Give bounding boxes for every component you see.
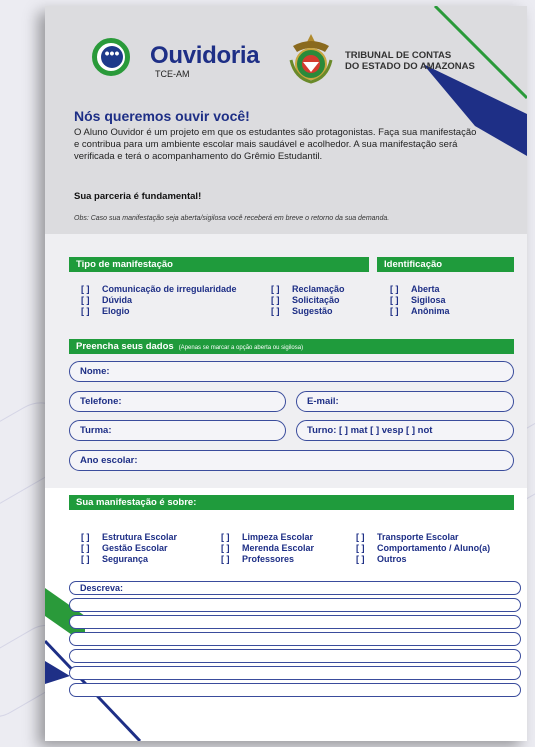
chat-bubble-icon: ••• <box>101 46 123 68</box>
dados-note: (Apenas se marcar a opção aberta ou sigi… <box>178 345 304 351</box>
tipo-option[interactable]: [ ] Elogio <box>81 306 130 317</box>
identificacao-option[interactable]: [ ] Aberta <box>390 284 440 295</box>
identificacao-option[interactable]: [ ] Sigilosa <box>390 295 446 306</box>
partnership-line: Sua parceria é fundamental! <box>74 191 202 202</box>
descreva-line[interactable] <box>69 615 521 629</box>
sobre-option[interactable]: [ ] Comportamento / Aluno(a) <box>356 543 490 554</box>
identificacao-section-header: Identificação <box>377 257 514 272</box>
sobre-option[interactable]: [ ] Gestão Escolar <box>81 543 168 554</box>
tipo-section-header: Tipo de manifestação <box>69 257 369 272</box>
ano-escolar-field[interactable]: Ano escolar: <box>69 450 514 471</box>
descreva-line[interactable] <box>69 632 521 646</box>
tipo-option[interactable]: [ ] Sugestão <box>271 306 333 317</box>
dados-title: Preencha seus dados <box>76 341 174 352</box>
sobre-option[interactable]: [ ] Merenda Escolar <box>221 543 314 554</box>
tribunal-name: TRIBUNAL DE CONTAS DO ESTADO DO AMAZONAS <box>345 50 475 72</box>
sobre-option[interactable]: [ ] Estrutura Escolar <box>81 532 177 543</box>
email-field[interactable]: E-mail: <box>296 391 514 412</box>
state-seal-emblem <box>289 34 333 84</box>
telefone-field[interactable]: Telefone: <box>69 391 286 412</box>
tipo-option[interactable]: [ ] Solicitação <box>271 295 340 306</box>
descreva-line[interactable] <box>69 598 521 612</box>
turma-field[interactable]: Turma: <box>69 420 286 441</box>
headline: Nós queremos ouvir você! <box>74 108 250 124</box>
sobre-option[interactable]: [ ] Transporte Escolar <box>356 532 459 543</box>
brand-subtitle: TCE-AM <box>155 69 190 79</box>
tipo-option[interactable]: [ ] Comunicação de irregularidade <box>81 284 237 295</box>
intro-paragraph: O Aluno Ouvidor é um projeto em que os e… <box>74 127 477 162</box>
sobre-option[interactable]: [ ] Professores <box>221 554 294 565</box>
dados-section-header: Preencha seus dados (Apenas se marcar a o… <box>69 339 514 354</box>
brand-title: Ouvidoria <box>150 42 260 69</box>
ouvidoria-form-sheet: ••• Ouvidoria TCE-AM TRIBUNAL DE CONTAS … <box>45 6 527 741</box>
descreva-field[interactable]: Descreva: <box>69 581 521 595</box>
descreva-line[interactable] <box>69 683 521 697</box>
turno-field[interactable]: Turno: [ ] mat [ ] vesp [ ] not <box>296 420 514 441</box>
sobre-option[interactable]: [ ] Limpeza Escolar <box>221 532 313 543</box>
descreva-line[interactable] <box>69 649 521 663</box>
sobre-section-header: Sua manifestação é sobre: <box>69 495 514 510</box>
observation-note: Obs: Caso sua manifestação seja aberta/s… <box>74 215 390 222</box>
tribunal-line-1: TRIBUNAL DE CONTAS <box>345 50 452 61</box>
nome-field[interactable]: Nome: <box>69 361 514 382</box>
identificacao-option[interactable]: [ ] Anônima <box>390 306 450 317</box>
tipo-option[interactable]: [ ] Dúvida <box>81 295 132 306</box>
tipo-option[interactable]: [ ] Reclamação <box>271 284 345 295</box>
descreva-line[interactable] <box>69 666 521 680</box>
tribunal-line-2: DO ESTADO DO AMAZONAS <box>345 61 475 72</box>
sobre-option[interactable]: [ ] Outros <box>356 554 407 565</box>
sobre-option[interactable]: [ ] Segurança <box>81 554 148 565</box>
